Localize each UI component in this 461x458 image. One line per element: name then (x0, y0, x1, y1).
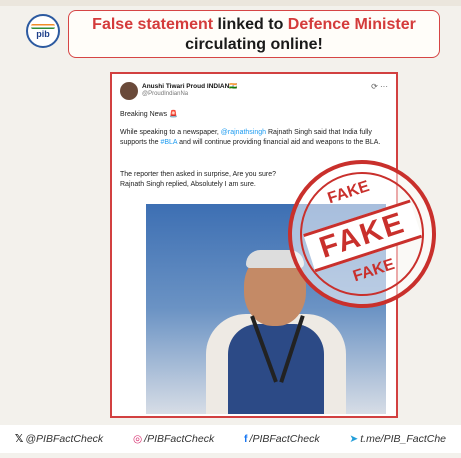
footer-x-handle: @PIBFactCheck (25, 433, 104, 445)
top-frame (0, 0, 461, 6)
telegram-icon: ➤ (349, 433, 359, 445)
headline-highlight-1: False statement (92, 16, 214, 33)
headline-connector: linked to (213, 16, 288, 33)
photo-vest (228, 324, 324, 414)
tweet-paragraph-1: While speaking to a newspaper, @rajnaths… (120, 128, 390, 148)
footer-instagram[interactable]: ◎ /PIBFactCheck (133, 433, 214, 445)
facebook-icon: f (244, 433, 248, 445)
headline-highlight-2: Defence Minister (287, 16, 416, 33)
footer-telegram[interactable]: ➤ t.me/PIB_FactChe (349, 433, 446, 445)
avatar (120, 82, 138, 100)
pib-logo-mark: pib (36, 28, 50, 39)
footer-facebook[interactable]: f /PIBFactCheck (244, 433, 320, 445)
more-options-icon: ⟳ ··· (371, 82, 388, 91)
headline-line2: circulating online! (185, 36, 323, 53)
footer-telegram-handle: t.me/PIB_FactChe (360, 433, 447, 445)
instagram-icon: ◎ (133, 433, 143, 445)
footer-instagram-handle: /PIBFactCheck (144, 433, 215, 445)
footer-facebook-handle: /PIBFactCheck (249, 433, 320, 445)
tweet-author-name: Anushi Tiwari Proud INDIAN🇮🇳 (142, 83, 238, 90)
social-footer: 𝕏 @PIBFactCheck ◎ /PIBFactCheck f /PIBFa… (0, 425, 461, 453)
headline-banner: False statement linked to Defence Minist… (68, 10, 440, 58)
tweet-author-handle: @ProudIndianNa (142, 91, 189, 97)
pib-logo: pib (26, 14, 60, 48)
tweet-text-segment: and will continue providing financial ai… (177, 139, 381, 146)
tweet-text-segment: While speaking to a newspaper, (120, 129, 221, 136)
hashtag-link: #BLA (160, 139, 178, 146)
tweet-breaking-label: Breaking News 🚨 (120, 111, 178, 118)
footer-x[interactable]: 𝕏 @PIBFactCheck (15, 433, 103, 445)
mention-link: @rajnathsingh (220, 129, 267, 136)
headline-line1: False statement linked to Defence Minist… (69, 15, 439, 35)
x-icon: 𝕏 (14, 433, 24, 445)
